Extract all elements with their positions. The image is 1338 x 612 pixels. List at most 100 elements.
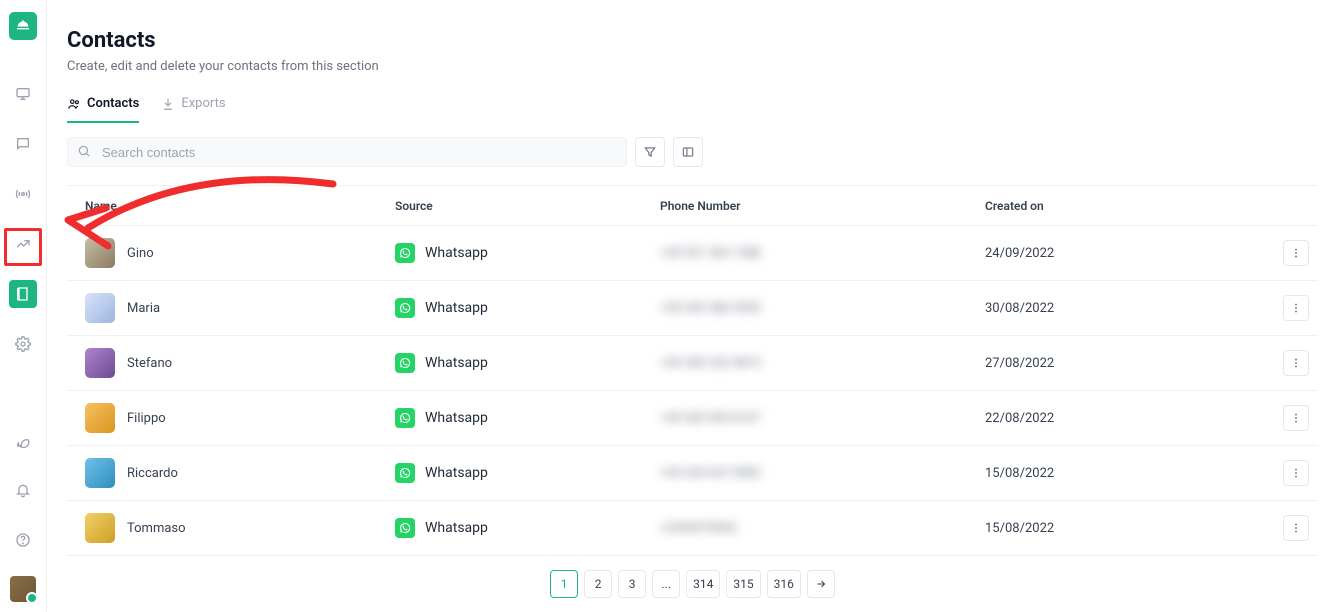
tabs: Contacts Exports: [67, 96, 1318, 123]
row-actions-button[interactable]: [1283, 350, 1309, 376]
tab-exports[interactable]: Exports: [161, 96, 225, 123]
help-icon: [15, 532, 31, 548]
col-source: Source: [377, 199, 642, 213]
contact-avatar: [85, 293, 115, 323]
filter-button[interactable]: [635, 137, 665, 167]
col-phone: Phone Number: [642, 199, 967, 213]
table-row[interactable]: Riccardo Whatsapp +39 329 697 0982 15/08…: [67, 446, 1318, 501]
sidebar-item-contacts[interactable]: [9, 280, 37, 308]
dots-vertical-icon: [1289, 356, 1303, 370]
created-date: 24/09/2022: [985, 246, 1054, 261]
created-date: 27/08/2022: [985, 356, 1054, 371]
contact-name: Tommaso: [127, 521, 186, 536]
contact-avatar: [85, 238, 115, 268]
table-row[interactable]: Filippo Whatsapp +39 369 969 8147 22/08/…: [67, 391, 1318, 446]
col-created: Created on: [967, 199, 1257, 213]
contact-name: Filippo: [127, 411, 166, 426]
whatsapp-icon: [15, 432, 31, 448]
source-label: Whatsapp: [425, 300, 488, 316]
phone-number: +39 329 697 0982: [660, 466, 761, 481]
row-actions-button[interactable]: [1283, 295, 1309, 321]
page-button[interactable]: 1: [550, 570, 578, 598]
main-content: Contacts Create, edit and delete your co…: [47, 0, 1338, 612]
app-logo[interactable]: [9, 12, 37, 40]
sidebar-item-broadcast[interactable]: [9, 180, 37, 208]
sidebar-item-monitor[interactable]: [9, 80, 37, 108]
source-label: Whatsapp: [425, 245, 488, 261]
row-actions-button[interactable]: [1283, 460, 1309, 486]
monitor-icon: [15, 86, 31, 102]
whatsapp-badge: [395, 463, 415, 483]
source-label: Whatsapp: [425, 465, 488, 481]
arrow-right-icon: [815, 578, 827, 590]
dots-vertical-icon: [1289, 301, 1303, 315]
whatsapp-badge: [395, 298, 415, 318]
chat-icon: [15, 136, 31, 152]
tab-exports-label: Exports: [181, 96, 225, 111]
pagination: 123...314315316: [67, 570, 1318, 598]
phone-number: +39 349 232 9815: [660, 356, 761, 371]
book-icon: [15, 286, 31, 302]
people-icon: [67, 97, 81, 111]
phone-number: +39 345 586 9555: [660, 301, 761, 316]
search-icon: [77, 144, 91, 158]
table-row[interactable]: Stefano Whatsapp +39 349 232 9815 27/08/…: [67, 336, 1318, 391]
created-date: 15/08/2022: [985, 521, 1054, 536]
created-date: 15/08/2022: [985, 466, 1054, 481]
page-button[interactable]: 316: [767, 570, 801, 598]
source-label: Whatsapp: [425, 410, 488, 426]
sidebar-item-whatsapp[interactable]: [9, 426, 37, 454]
page-subtitle: Create, edit and delete your contacts fr…: [67, 59, 1318, 74]
page-button[interactable]: 3: [618, 570, 646, 598]
row-actions-button[interactable]: [1283, 405, 1309, 431]
bell-icon: [15, 482, 31, 498]
tab-contacts[interactable]: Contacts: [67, 96, 139, 123]
page-next-button[interactable]: [807, 570, 835, 598]
contact-avatar: [85, 403, 115, 433]
contact-avatar: [85, 348, 115, 378]
dots-vertical-icon: [1289, 521, 1303, 535]
dots-vertical-icon: [1289, 466, 1303, 480]
table-row[interactable]: Gino Whatsapp +39 331 365 1388 24/09/202…: [67, 226, 1318, 281]
page-button[interactable]: 2: [584, 570, 612, 598]
contact-name: Riccardo: [127, 466, 178, 481]
col-name: Name: [67, 199, 377, 213]
filter-icon: [643, 145, 657, 159]
created-date: 30/08/2022: [985, 301, 1054, 316]
trend-icon: [15, 236, 31, 252]
sidebar-item-chat[interactable]: [9, 130, 37, 158]
table-header: Name Source Phone Number Created on: [67, 186, 1318, 226]
source-label: Whatsapp: [425, 355, 488, 371]
columns-button[interactable]: [673, 137, 703, 167]
sidebar: [0, 0, 47, 612]
created-date: 22/08/2022: [985, 411, 1054, 426]
whatsapp-badge: [395, 518, 415, 538]
sidebar-item-settings[interactable]: [9, 330, 37, 358]
source-label: Whatsapp: [425, 520, 488, 536]
table-row[interactable]: Maria Whatsapp +39 345 586 9555 30/08/20…: [67, 281, 1318, 336]
tab-contacts-label: Contacts: [87, 96, 139, 111]
whatsapp-badge: [395, 408, 415, 428]
sidebar-item-notifications[interactable]: [9, 476, 37, 504]
sidebar-item-help[interactable]: [9, 526, 37, 554]
page-button[interactable]: 315: [726, 570, 760, 598]
gear-icon: [15, 336, 31, 352]
cloche-icon: [15, 18, 31, 34]
contact-name: Stefano: [127, 356, 172, 371]
toolbar: [67, 137, 1318, 167]
phone-number: +39 331 365 1388: [660, 246, 761, 261]
table-row[interactable]: Tommaso Whatsapp +3296970962 15/08/2022: [67, 501, 1318, 556]
page-ellipsis: ...: [652, 570, 680, 598]
contact-name: Maria: [127, 301, 160, 316]
whatsapp-badge: [395, 353, 415, 373]
row-actions-button[interactable]: [1283, 515, 1309, 541]
user-avatar[interactable]: [10, 576, 36, 602]
phone-number: +3296970962: [660, 521, 737, 536]
search-input[interactable]: [67, 137, 627, 167]
sidebar-item-trends[interactable]: [9, 230, 37, 258]
whatsapp-badge: [395, 243, 415, 263]
page-button[interactable]: 314: [686, 570, 720, 598]
page-title: Contacts: [67, 28, 1318, 53]
row-actions-button[interactable]: [1283, 240, 1309, 266]
contact-name: Gino: [127, 246, 154, 261]
